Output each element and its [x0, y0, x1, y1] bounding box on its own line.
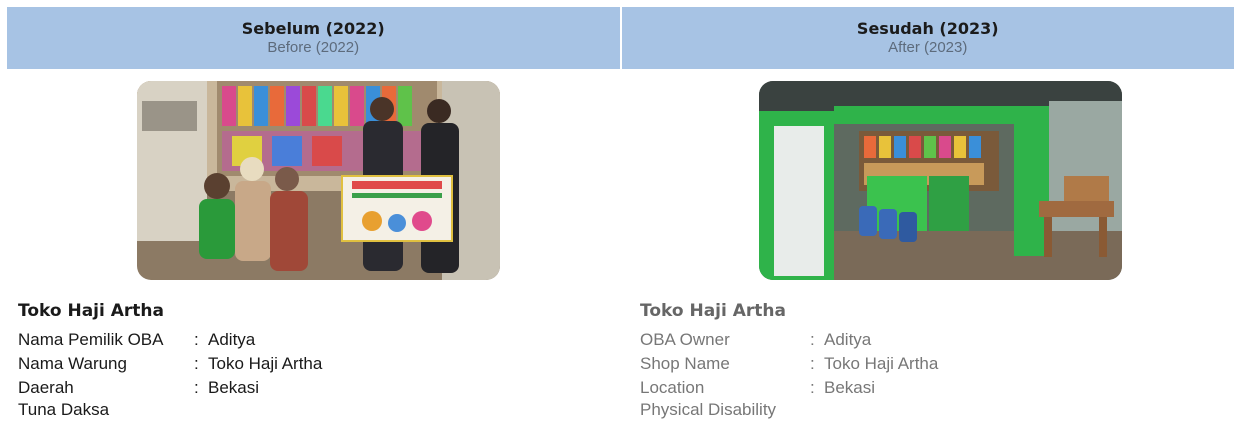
header-before: Sebelum (2022) Before (2022) [7, 7, 620, 69]
before-location-label: Daerah [18, 378, 74, 397]
header-after-title: Sesudah (2023) [856, 19, 999, 39]
after-shop-label: Shop Name [640, 354, 730, 373]
before-shop-value: Toko Haji Artha [208, 354, 323, 373]
before-photo [137, 81, 500, 280]
before-owner-value: Aditya [208, 330, 256, 349]
colon: : [194, 330, 199, 349]
before-location-row: Daerah : Bekasi [18, 376, 322, 400]
before-location-value: Bekasi [208, 378, 260, 397]
header-before-title: Sebelum (2022) [241, 19, 385, 39]
after-info: Toko Haji Artha OBA Owner : Aditya Shop … [640, 301, 938, 420]
before-shop-label: Nama Warung [18, 354, 127, 373]
after-owner-value: Aditya [824, 330, 872, 349]
after-extra: Physical Disability [640, 400, 777, 419]
before-owner-label: Nama Pemilik OBA [18, 330, 164, 349]
after-shop-row: Shop Name : Toko Haji Artha [640, 352, 938, 376]
after-owner-label: OBA Owner [640, 330, 730, 349]
after-location-row: Location : Bekasi [640, 376, 938, 400]
after-shop-value: Toko Haji Artha [824, 354, 939, 373]
colon: : [810, 378, 815, 397]
colon: : [810, 354, 815, 373]
header-before-subtitle: Before (2022) [267, 38, 360, 56]
after-owner-row: OBA Owner : Aditya [640, 328, 938, 352]
after-location-value: Bekasi [824, 378, 876, 397]
before-info: Toko Haji Artha Nama Pemilik OBA : Adity… [18, 301, 322, 420]
after-shop-title: Toko Haji Artha [640, 301, 786, 321]
after-photo [759, 81, 1122, 280]
before-shop-row: Nama Warung : Toko Haji Artha [18, 352, 322, 376]
comparison-header: Sebelum (2022) Before (2022) Sesudah (20… [7, 7, 1234, 69]
colon: : [194, 378, 199, 397]
before-extra: Tuna Daksa [18, 400, 110, 419]
header-after: Sesudah (2023) After (2023) [619, 7, 1234, 69]
before-owner-row: Nama Pemilik OBA : Aditya [18, 328, 322, 352]
header-after-subtitle: After (2023) [888, 38, 968, 56]
colon: : [194, 354, 199, 373]
after-location-label: Location [640, 378, 705, 397]
colon: : [810, 330, 815, 349]
before-shop-title: Toko Haji Artha [18, 301, 164, 321]
